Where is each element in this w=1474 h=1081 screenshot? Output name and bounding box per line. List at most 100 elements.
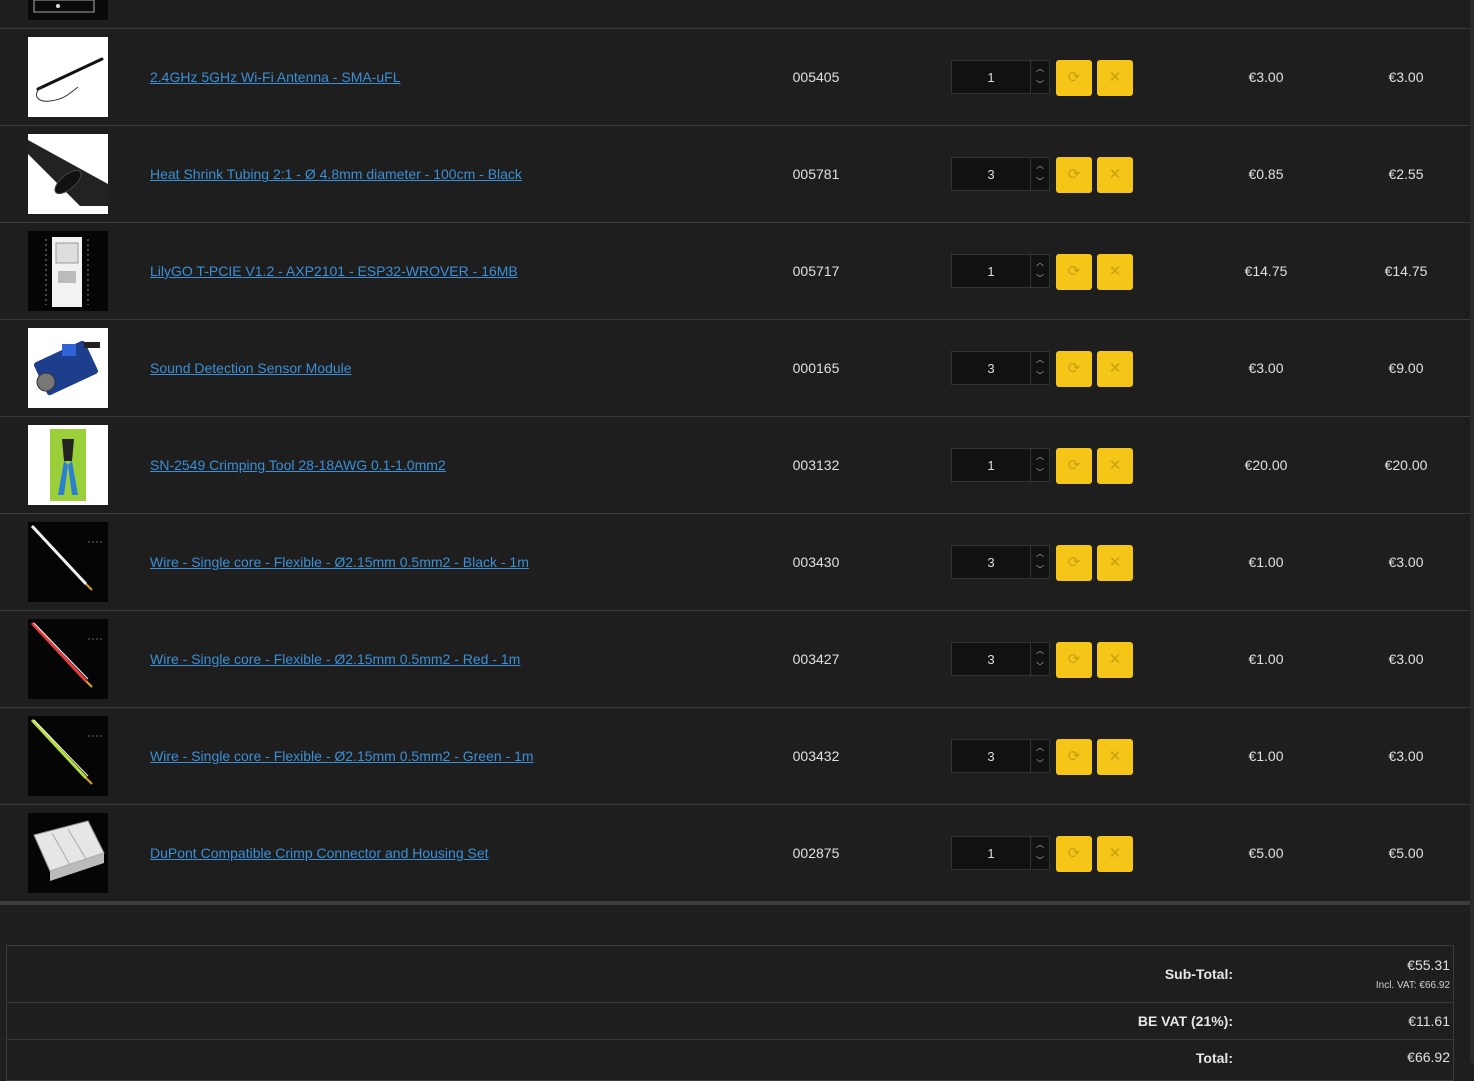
- quantity-input[interactable]: [951, 545, 1031, 579]
- antenna-image[interactable]: [28, 37, 108, 117]
- product-link[interactable]: 2.4GHz 5GHz Wi-Fi Antenna - SMA-uFL: [150, 29, 401, 125]
- remove-button[interactable]: ✕: [1097, 642, 1133, 678]
- quantity-stepper[interactable]: ︿ ﹀: [951, 157, 1050, 191]
- quantity-stepper[interactable]: ︿ ﹀: [951, 836, 1050, 870]
- chevron-down-icon[interactable]: ﹀: [1031, 853, 1049, 869]
- unit-price: €5.00: [1248, 845, 1284, 861]
- quantity-input[interactable]: [951, 642, 1031, 676]
- update-button[interactable]: ⟳: [1056, 351, 1092, 387]
- quantity-input[interactable]: [951, 60, 1031, 94]
- chevron-up-icon[interactable]: ︿: [1031, 837, 1049, 853]
- quantity-stepper[interactable]: ︿ ﹀: [951, 545, 1050, 579]
- quantity-input[interactable]: [951, 836, 1031, 870]
- wire-green-image[interactable]: [28, 716, 108, 796]
- remove-button[interactable]: ✕: [1097, 448, 1133, 484]
- wire-red-image[interactable]: [28, 619, 108, 699]
- quantity-stepper[interactable]: ︿ ﹀: [951, 739, 1050, 773]
- heat-shrink-image[interactable]: [28, 134, 108, 214]
- quantity-spinner[interactable]: ︿ ﹀: [1031, 739, 1050, 773]
- quantity-input[interactable]: [951, 254, 1031, 288]
- quantity-spinner[interactable]: ︿ ﹀: [1031, 157, 1050, 191]
- quantity-stepper[interactable]: ︿ ﹀: [951, 448, 1050, 482]
- chevron-up-icon[interactable]: ︿: [1031, 546, 1049, 562]
- chevron-up-icon[interactable]: ︿: [1031, 449, 1049, 465]
- remove-button[interactable]: ✕: [1097, 836, 1133, 872]
- scrollbar[interactable]: [1470, 0, 1474, 1063]
- product-link[interactable]: DuPont Compatible Crimp Connector and Ho…: [150, 805, 489, 901]
- product-link[interactable]: LilyGO T-PCIE V1.2 - AXP2101 - ESP32-WRO…: [150, 223, 518, 319]
- remove-button[interactable]: ✕: [1097, 351, 1133, 387]
- update-button[interactable]: ⟳: [1056, 642, 1092, 678]
- product-link[interactable]: Wire - Single core - Flexible - Ø2.15mm …: [150, 708, 534, 804]
- chevron-down-icon[interactable]: ﹀: [1031, 659, 1049, 675]
- unit-price: €3.00: [1248, 69, 1284, 85]
- product-link[interactable]: Wire - Single core - Flexible - Ø2.15mm …: [150, 611, 520, 707]
- quantity-stepper[interactable]: ︿ ﹀: [951, 351, 1050, 385]
- chevron-up-icon[interactable]: ︿: [1031, 740, 1049, 756]
- quantity-spinner[interactable]: ︿ ﹀: [1031, 545, 1050, 579]
- update-button[interactable]: ⟳: [1056, 157, 1092, 193]
- close-icon: ✕: [1108, 457, 1122, 474]
- refresh-icon: ⟳: [1067, 263, 1081, 280]
- update-button[interactable]: ⟳: [1056, 254, 1092, 290]
- update-button[interactable]: ⟳: [1056, 60, 1092, 96]
- chevron-down-icon[interactable]: ﹀: [1031, 77, 1049, 93]
- refresh-icon: ⟳: [1067, 554, 1081, 571]
- chevron-down-icon[interactable]: ﹀: [1031, 368, 1049, 384]
- remove-button[interactable]: ✕: [1097, 545, 1133, 581]
- quantity-input[interactable]: [951, 739, 1031, 773]
- refresh-icon: ⟳: [1067, 166, 1081, 183]
- refresh-icon: ⟳: [1067, 845, 1081, 862]
- quantity-stepper[interactable]: ︿ ﹀: [951, 60, 1050, 94]
- chevron-down-icon[interactable]: ﹀: [1031, 465, 1049, 481]
- quantity-input[interactable]: [951, 448, 1031, 482]
- quantity-spinner[interactable]: ︿ ﹀: [1031, 448, 1050, 482]
- cart-divider: [0, 901, 1470, 905]
- wire-black-image[interactable]: [28, 522, 108, 602]
- board-image[interactable]: [28, 231, 108, 311]
- update-button[interactable]: ⟳: [1056, 739, 1092, 775]
- product-link[interactable]: SN-2549 Crimping Tool 28-18AWG 0.1-1.0mm…: [150, 417, 446, 513]
- quantity-spinner[interactable]: ︿ ﹀: [1031, 254, 1050, 288]
- subtotal-value: €55.31: [1407, 957, 1450, 973]
- chevron-down-icon[interactable]: ﹀: [1031, 756, 1049, 772]
- subtotal-label: Sub-Total:: [1164, 966, 1233, 982]
- total-row: Total: €66.92: [7, 1040, 1453, 1081]
- close-icon: ✕: [1108, 554, 1122, 571]
- remove-button[interactable]: ✕: [1097, 254, 1133, 290]
- product-link[interactable]: Sound Detection Sensor Module: [150, 320, 352, 416]
- update-button[interactable]: ⟳: [1056, 448, 1092, 484]
- chevron-up-icon[interactable]: ︿: [1031, 643, 1049, 659]
- quantity-stepper[interactable]: ︿ ﹀: [951, 642, 1050, 676]
- quantity-stepper[interactable]: ︿ ﹀: [951, 254, 1050, 288]
- sensor-image[interactable]: [28, 328, 108, 408]
- chevron-down-icon[interactable]: ﹀: [1031, 562, 1049, 578]
- product-thumbnail[interactable]: [28, 0, 108, 20]
- quantity-spinner[interactable]: ︿ ﹀: [1031, 60, 1050, 94]
- chevron-up-icon[interactable]: ︿: [1031, 61, 1049, 77]
- remove-button[interactable]: ✕: [1097, 60, 1133, 96]
- chevron-up-icon[interactable]: ︿: [1031, 158, 1049, 174]
- remove-button[interactable]: ✕: [1097, 157, 1133, 193]
- chevron-down-icon[interactable]: ﹀: [1031, 271, 1049, 287]
- product-link[interactable]: Heat Shrink Tubing 2:1 - Ø 4.8mm diamete…: [150, 126, 522, 222]
- quantity-spinner[interactable]: ︿ ﹀: [1031, 836, 1050, 870]
- unit-price: €0.85: [1248, 166, 1284, 182]
- crimp-tool-image[interactable]: [28, 425, 108, 505]
- update-button[interactable]: ⟳: [1056, 545, 1092, 581]
- table-row: 2.4GHz 5GHz Wi-Fi Antenna - SMA-uFL 0054…: [0, 29, 1470, 126]
- quantity-input[interactable]: [951, 157, 1031, 191]
- update-button[interactable]: ⟳: [1056, 836, 1092, 872]
- remove-button[interactable]: ✕: [1097, 739, 1133, 775]
- close-icon: ✕: [1108, 166, 1122, 183]
- chevron-up-icon[interactable]: ︿: [1031, 255, 1049, 271]
- unit-price: €14.75: [1244, 263, 1288, 279]
- chevron-up-icon[interactable]: ︿: [1031, 352, 1049, 368]
- quantity-spinner[interactable]: ︿ ﹀: [1031, 351, 1050, 385]
- product-model: 005717: [792, 263, 840, 279]
- product-link[interactable]: Wire - Single core - Flexible - Ø2.15mm …: [150, 514, 529, 610]
- quantity-input[interactable]: [951, 351, 1031, 385]
- quantity-spinner[interactable]: ︿ ﹀: [1031, 642, 1050, 676]
- connector-set-image[interactable]: [28, 813, 108, 893]
- chevron-down-icon[interactable]: ﹀: [1031, 174, 1049, 190]
